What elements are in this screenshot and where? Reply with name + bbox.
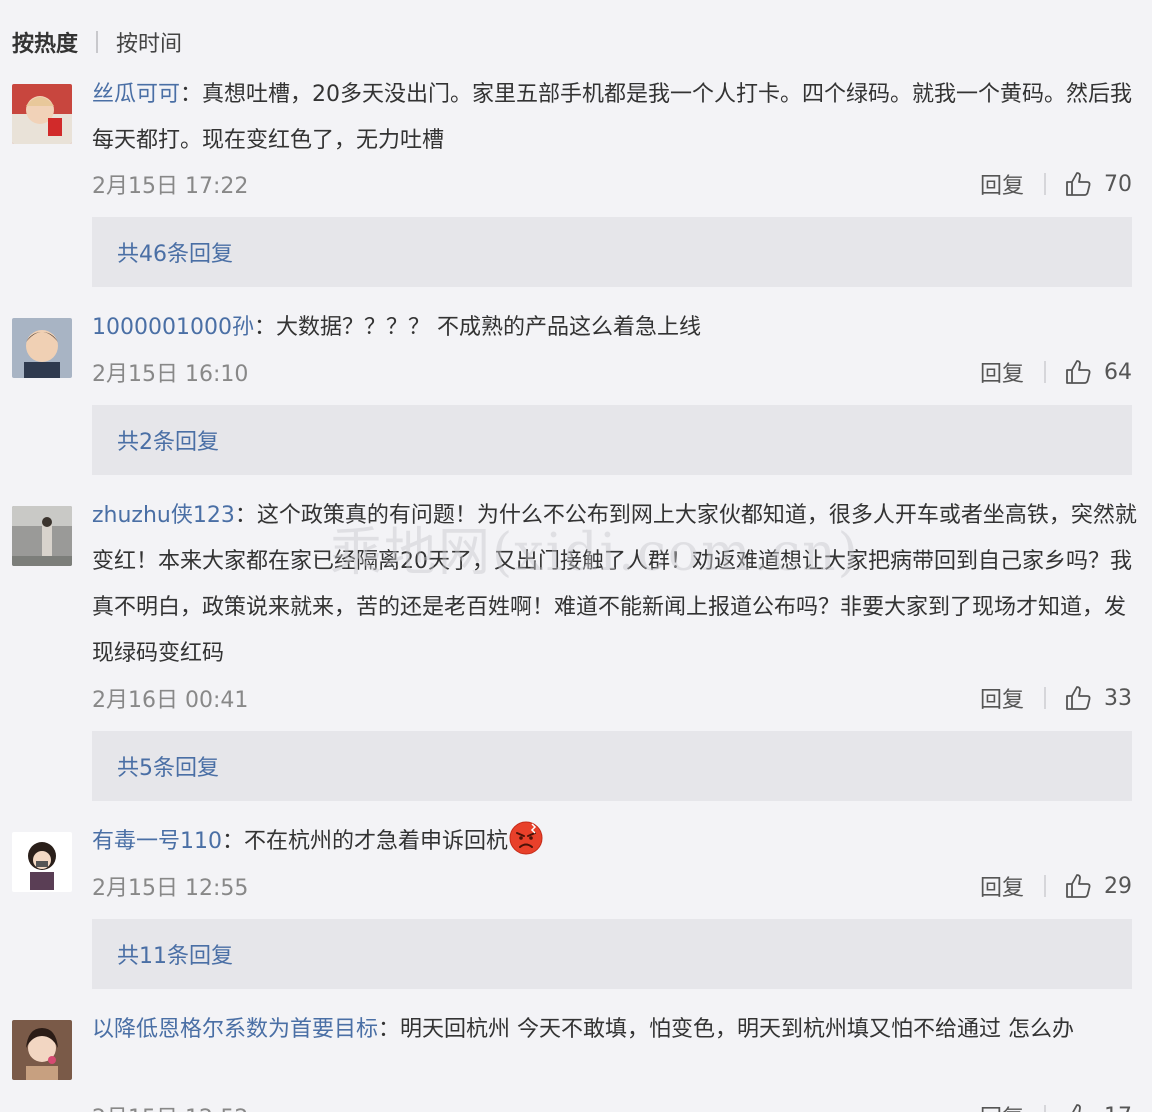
- comment-time: 2月15日 17:22: [92, 174, 249, 199]
- avatar[interactable]: [12, 318, 72, 378]
- thumbs-up-icon: [1066, 172, 1091, 196]
- reply-count-link[interactable]: 共11条回复: [92, 919, 1132, 989]
- comment-username[interactable]: zhuzhu侠123: [92, 503, 235, 528]
- like-count: 17: [1104, 1104, 1132, 1112]
- like-count: 64: [1104, 359, 1132, 385]
- thumbs-up-icon: [1066, 360, 1091, 384]
- comment-username[interactable]: 有毒一号110: [92, 829, 222, 854]
- comment-username[interactable]: 1000001000孙: [92, 315, 254, 340]
- reply-button[interactable]: 回复: [980, 682, 1024, 714]
- comment-meta: 2月15日 12:55 回复 29: [92, 870, 1132, 902]
- comment-meta: 2月15日 17:22 回复 70: [92, 168, 1132, 200]
- reply-count-link[interactable]: 共5条回复: [92, 731, 1132, 801]
- reply-count-link[interactable]: 共2条回复: [92, 405, 1132, 475]
- reply-count-link[interactable]: 共46条回复: [92, 217, 1132, 287]
- thumbs-up-icon: [1072, 1104, 1081, 1112]
- comment-content: 真想吐槽，20多天没出门。家里五部手机都是我一个人打卡。四个绿码。就我一个黄码。…: [92, 82, 1133, 153]
- comment-time: 2月16日 00:41: [92, 688, 249, 713]
- meta-divider: [1044, 173, 1046, 195]
- reply-button[interactable]: 回复: [980, 1100, 1024, 1112]
- comment-content: 明天回杭州 今天不敢填，怕变色，明天到杭州填又怕不给通过 怎么办: [400, 1017, 1075, 1042]
- comment-text: 以降低恩格尔系数为首要目标：明天回杭州 今天不敢填，怕变色，明天到杭州填又怕不给…: [92, 1017, 1075, 1042]
- angry-face-emoji: [509, 821, 543, 855]
- comment-time: 2月15日 16:10: [92, 362, 249, 387]
- like-count: 70: [1104, 171, 1132, 197]
- comment-meta: 2月15日 16:10 回复 64: [92, 356, 1132, 388]
- comment-username[interactable]: 丝瓜可可: [92, 82, 180, 107]
- sort-bar: 按热度 按时间: [12, 26, 182, 58]
- meta-divider: [1044, 687, 1046, 709]
- comment-content: 不在杭州的才急着申诉回杭: [244, 829, 509, 854]
- comment-text: zhuzhu侠123：这个政策真的有问题！为什么不公布到网上大家伙都知道，很多人…: [92, 503, 1137, 666]
- like-button[interactable]: 17: [1064, 1102, 1132, 1112]
- avatar[interactable]: [12, 84, 72, 144]
- sort-by-hot-tab[interactable]: 按热度: [12, 26, 78, 58]
- sort-by-time-tab[interactable]: 按时间: [116, 26, 182, 58]
- thumbs-up-icon: [1066, 874, 1091, 898]
- like-button[interactable]: 70: [1064, 170, 1132, 198]
- reply-button[interactable]: 回复: [980, 168, 1024, 200]
- sort-divider: [96, 31, 99, 53]
- comment-meta: 2月15日 12:52 回复 17: [92, 1101, 1132, 1112]
- comment-time: 2月15日 12:55: [92, 876, 249, 901]
- like-count: 29: [1104, 873, 1132, 899]
- meta-divider: [1044, 875, 1046, 897]
- avatar[interactable]: [12, 506, 72, 566]
- thumbs-up-icon: [1066, 686, 1091, 710]
- reply-button[interactable]: 回复: [980, 356, 1024, 388]
- like-button[interactable]: 33: [1064, 684, 1132, 712]
- like-count: 33: [1104, 685, 1132, 711]
- avatar[interactable]: [12, 1020, 72, 1080]
- meta-divider: [1044, 1105, 1046, 1112]
- reply-button[interactable]: 回复: [980, 870, 1024, 902]
- avatar[interactable]: [12, 832, 72, 892]
- comment-time: 2月15日 12:52: [92, 1100, 980, 1112]
- like-button[interactable]: 29: [1064, 872, 1132, 900]
- comment-text: 有毒一号110：不在杭州的才急着申诉回杭: [92, 819, 1137, 865]
- comment-text: 丝瓜可可：真想吐槽，20多天没出门。家里五部手机都是我一个人打卡。四个绿码。就我…: [92, 82, 1133, 153]
- meta-divider: [1044, 361, 1046, 383]
- comment-content: 大数据？？？？ 不成熟的产品这么着急上线: [276, 315, 701, 340]
- comment-username[interactable]: 以降低恩格尔系数为首要目标: [92, 1017, 378, 1042]
- like-button[interactable]: 64: [1064, 358, 1132, 386]
- comment-meta: 2月16日 00:41 回复 33: [92, 682, 1132, 714]
- comment-text: 1000001000孙：大数据？？？？ 不成熟的产品这么着急上线: [92, 315, 701, 340]
